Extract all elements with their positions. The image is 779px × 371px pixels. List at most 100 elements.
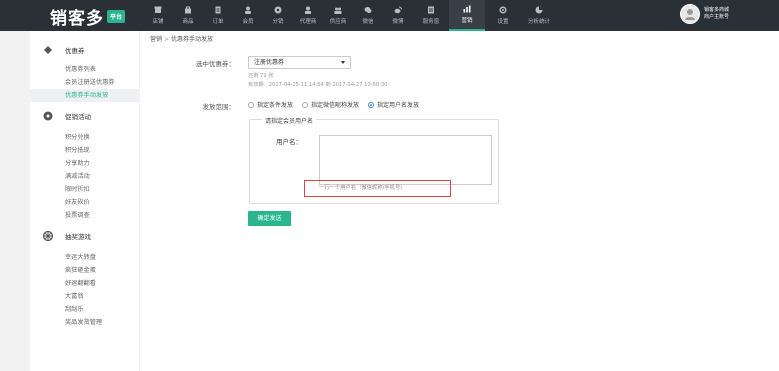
main-content: 营销 > 优惠券手动发放 选中优惠券： 注册优惠券 还剩 72 张 有效期：2017… bbox=[140, 31, 779, 371]
sidebar: 优惠券 优惠券列表 会员注册送优惠券 优惠券手动发放 促销活动 积分兑换 积分抵… bbox=[30, 31, 139, 371]
radio-button[interactable] bbox=[368, 101, 375, 108]
coupon-select-value: 注册优惠券 bbox=[254, 59, 285, 66]
breadcrumb: 营销 > 优惠券手动发放 bbox=[150, 34, 213, 43]
sidebar-item-flash-discount[interactable]: 限时折扣 bbox=[30, 183, 139, 196]
service-window-icon bbox=[427, 6, 435, 14]
nav-label: 分销 bbox=[272, 19, 284, 25]
nav-label: 订单 bbox=[212, 19, 224, 25]
nav-item-member[interactable]: 会员 bbox=[233, 0, 263, 31]
sidebar-item-points-cash[interactable]: 积分抵现 bbox=[30, 144, 139, 157]
sidebar-item-register-coupon[interactable]: 会员注册送优惠券 bbox=[30, 76, 139, 89]
user-store-name: 销客多商城 bbox=[704, 7, 730, 13]
nav-item-order[interactable]: 订单 bbox=[203, 0, 233, 31]
weibo-icon bbox=[394, 6, 402, 14]
radio-label: 指定条件发放 bbox=[257, 102, 294, 109]
sidebar-item-share-assist[interactable]: 分享助力 bbox=[30, 157, 139, 170]
member-icon bbox=[244, 6, 252, 14]
username-hint: 一行一个用户名（微信昵称/手机号） bbox=[304, 180, 451, 197]
chevron-down-icon bbox=[341, 61, 345, 64]
nav-item-settings[interactable]: 设置 bbox=[485, 0, 521, 31]
coupon-select-label: 选中优惠券： bbox=[196, 60, 235, 68]
radio-button[interactable] bbox=[302, 101, 309, 108]
radio-button[interactable] bbox=[248, 101, 254, 108]
radio-label: 指定微信昵称发放 bbox=[311, 102, 360, 109]
scope-label: 发放范围： bbox=[202, 103, 236, 111]
analytics-icon bbox=[535, 6, 543, 14]
breadcrumb-separator: > bbox=[164, 36, 170, 43]
sidebar-item-full-reduction[interactable]: 满减活动 bbox=[30, 170, 139, 183]
sidebar-item-prize-delivery[interactable]: 奖品发货管理 bbox=[30, 316, 139, 329]
nav-label: 设置 bbox=[497, 19, 509, 25]
nav-item-weibo[interactable]: 微博 bbox=[383, 0, 413, 31]
nav-label: 商品 bbox=[182, 19, 194, 25]
nav-item-supplier[interactable]: 供应商 bbox=[323, 0, 353, 31]
breadcrumb-current: 优惠券手动发放 bbox=[171, 36, 214, 43]
wechat-icon bbox=[364, 6, 372, 14]
nav-item-distribution[interactable]: 分销 bbox=[263, 0, 293, 31]
promotion-icon bbox=[43, 111, 53, 121]
coupon-validity: 有效期：2017-04-25 11:14:54 到 2017-04-27 10:… bbox=[248, 82, 388, 88]
nav-item-service-window[interactable]: 服务窗 bbox=[413, 0, 449, 31]
goods-icon bbox=[184, 6, 192, 14]
nav-label: 会员 bbox=[242, 19, 254, 25]
avatar-icon bbox=[685, 9, 695, 20]
nav-label: 营销 bbox=[461, 18, 473, 24]
sidebar-item-friend-bargain[interactable]: 好友砍价 bbox=[30, 196, 139, 209]
main-nav: 店铺 商品 订单 会员 分销 代理商 供应商 微信 微博 服务窗 营销 设置 分… bbox=[143, 0, 557, 31]
sidebar-group-label: 抽奖游戏 bbox=[65, 233, 91, 241]
sidebar-item-points-exchange[interactable]: 积分兑换 bbox=[30, 131, 139, 144]
sidebar-group-label: 优惠券 bbox=[65, 47, 85, 55]
distribution-icon bbox=[274, 6, 282, 14]
marketing-icon bbox=[463, 5, 471, 13]
radio-username[interactable]: 指定用户名发放 bbox=[368, 100, 419, 109]
nav-label: 代理商 bbox=[299, 19, 317, 25]
coupon-select[interactable]: 注册优惠券 bbox=[248, 56, 351, 69]
coupon-remaining: 还剩 72 张 bbox=[248, 73, 274, 79]
radio-label: 指定用户名发放 bbox=[377, 102, 420, 109]
lottery-icon bbox=[43, 231, 53, 241]
sidebar-group-coupon[interactable]: 优惠券 bbox=[30, 41, 139, 59]
user-menu[interactable]: 销客多商城 商户主账号 bbox=[680, 4, 729, 24]
sidebar-item-manual-coupon[interactable]: 优惠券手动发放 bbox=[30, 89, 139, 102]
username-label: 用户名： bbox=[276, 138, 302, 146]
logo-badge: 平台 bbox=[107, 9, 126, 23]
nav-label: 微博 bbox=[392, 19, 404, 25]
sidebar-item-vote-survey[interactable]: 投票调查 bbox=[30, 209, 139, 222]
top-navigation-bar: 销客多 平台 店铺 商品 订单 会员 分销 代理商 供应商 微信 微博 服务窗 … bbox=[0, 0, 779, 31]
radio-condition[interactable]: 指定条件发放 bbox=[248, 100, 293, 109]
sidebar-group-lottery[interactable]: 抽奖游戏 bbox=[30, 227, 139, 245]
sidebar-item-lucky-wheel[interactable]: 幸运大转盘 bbox=[30, 251, 139, 264]
settings-icon bbox=[499, 6, 507, 14]
app-logo[interactable]: 销客多 平台 bbox=[50, 4, 126, 29]
username-textarea[interactable] bbox=[319, 135, 492, 185]
coupon-icon bbox=[44, 46, 52, 54]
supplier-icon bbox=[334, 6, 342, 14]
avatar[interactable] bbox=[680, 4, 700, 24]
fieldset-legend: 请指定会员用户名 bbox=[262, 116, 317, 125]
nav-item-store[interactable]: 店铺 bbox=[143, 0, 173, 31]
sidebar-item-monopoly[interactable]: 大富翁 bbox=[30, 290, 139, 303]
store-icon bbox=[154, 6, 162, 14]
nav-item-analytics[interactable]: 分析统计 bbox=[521, 0, 557, 31]
nav-label: 供应商 bbox=[329, 19, 347, 25]
nav-item-goods[interactable]: 商品 bbox=[173, 0, 203, 31]
logo-text: 销客多 bbox=[50, 8, 104, 29]
sidebar-item-flip-card[interactable]: 好运翻翻看 bbox=[30, 277, 139, 290]
nav-item-agent[interactable]: 代理商 bbox=[293, 0, 323, 31]
sidebar-group-label: 促销活动 bbox=[65, 113, 91, 121]
sidebar-item-coupon-list[interactable]: 优惠券列表 bbox=[30, 63, 139, 76]
sidebar-group-promotion[interactable]: 促销活动 bbox=[30, 107, 139, 125]
breadcrumb-parent[interactable]: 营销 bbox=[150, 36, 162, 43]
nav-label: 服务窗 bbox=[422, 19, 440, 25]
send-button[interactable]: 确定发送 bbox=[248, 211, 291, 226]
nav-item-wechat[interactable]: 微信 bbox=[353, 0, 383, 31]
radio-wechat-nickname[interactable]: 指定微信昵称发放 bbox=[302, 100, 359, 109]
agent-icon bbox=[304, 6, 312, 14]
user-account-type: 商户主账号 bbox=[704, 14, 730, 20]
nav-label: 分析统计 bbox=[527, 19, 550, 25]
sidebar-item-scratch-card[interactable]: 刮刮乐 bbox=[30, 303, 139, 316]
nav-label: 店铺 bbox=[152, 19, 164, 25]
nav-label: 微信 bbox=[362, 19, 374, 25]
nav-item-marketing[interactable]: 营销 bbox=[449, 0, 485, 31]
sidebar-item-golden-egg[interactable]: 疯狂砸金蛋 bbox=[30, 264, 139, 277]
